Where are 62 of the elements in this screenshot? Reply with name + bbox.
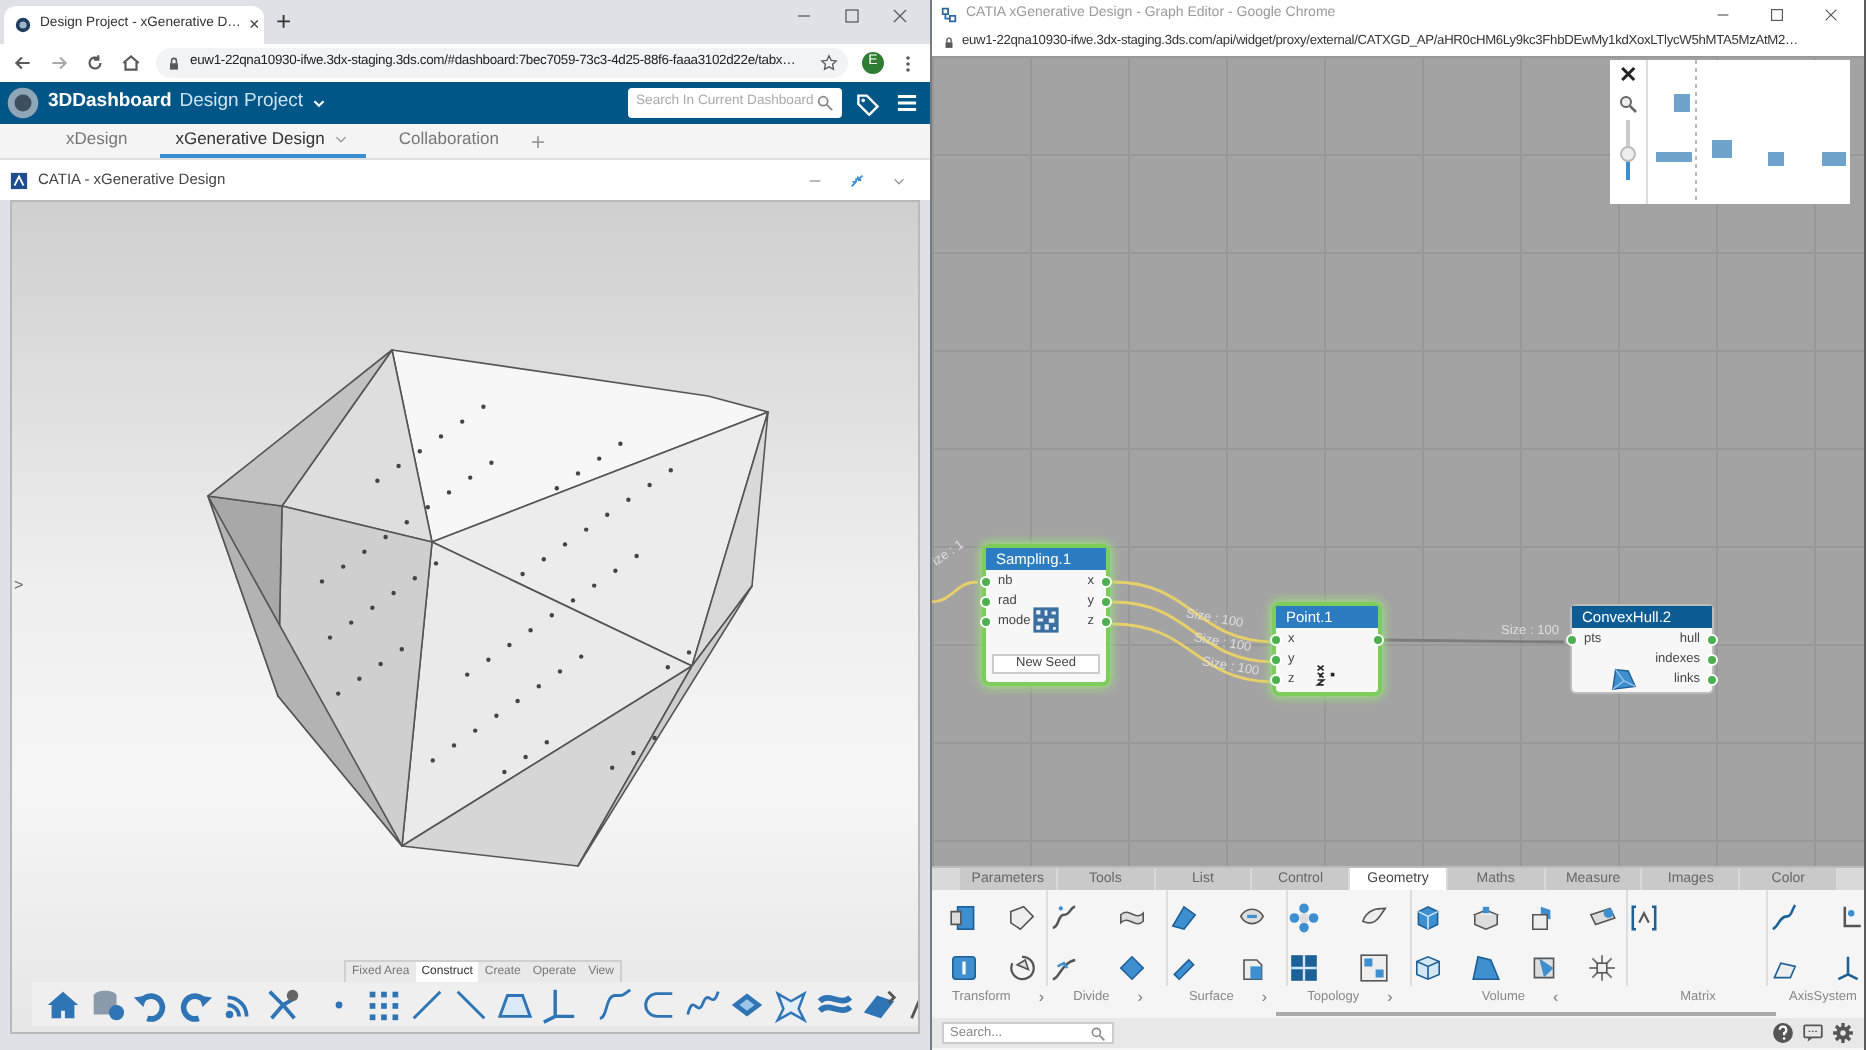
line-icon[interactable]: [407, 985, 445, 1023]
graph-app-icon: [940, 5, 958, 23]
shape-icon[interactable]: [1006, 902, 1038, 934]
close-button[interactable]: ✕: [1619, 64, 1637, 88]
app-icon: [10, 171, 28, 189]
close-icon[interactable]: [1822, 5, 1840, 23]
grid-icon[interactable]: [1358, 952, 1390, 984]
hull-shape-icon[interactable]: [1470, 952, 1502, 984]
output-port[interactable]: [1372, 634, 1384, 646]
curve-icon[interactable]: [1048, 902, 1080, 934]
dashboard-tab[interactable]: xDesign: [50, 124, 144, 158]
search-icon[interactable]: [1090, 1025, 1106, 1041]
menu-icon[interactable]: [894, 90, 920, 116]
lock-icon: [166, 55, 182, 71]
slider-thumb[interactable]: [1620, 145, 1636, 161]
close-tab-button[interactable]: ×: [248, 11, 260, 39]
new-tab-button[interactable]: +: [276, 1, 292, 40]
box-icon[interactable]: [1470, 902, 1502, 934]
reload-icon[interactable]: [84, 52, 106, 74]
burst-icon[interactable]: [1586, 952, 1618, 984]
tag-icon[interactable]: [856, 91, 880, 115]
project-dropdown[interactable]: Design Project: [179, 88, 328, 118]
brand-label: 3DDashboard: [48, 88, 172, 117]
back-icon[interactable]: [12, 52, 34, 74]
flower-icon[interactable]: [1288, 902, 1320, 934]
shape-icon[interactable]: [1528, 952, 1560, 984]
axis-icon[interactable]: [539, 985, 577, 1023]
noise-texture-icon: [1032, 606, 1060, 634]
forward-icon[interactable]: [48, 52, 70, 74]
panel-icon[interactable]: [948, 952, 980, 984]
collapse-icon[interactable]: [848, 171, 866, 189]
cube-icon[interactable]: [1412, 952, 1444, 984]
add-tab-button[interactable]: +: [530, 123, 545, 159]
matrix-icon[interactable]: [1628, 902, 1660, 934]
home-icon[interactable]: [120, 52, 142, 74]
hull-shape-icon: [1608, 664, 1640, 692]
maximize-icon[interactable]: [1768, 5, 1786, 23]
shape-icon[interactable]: [1116, 952, 1148, 984]
cube-icon[interactable]: [1412, 902, 1444, 934]
panel-icon[interactable]: [948, 902, 980, 934]
star-icon[interactable]: [820, 54, 838, 72]
surface-icon[interactable]: [1168, 902, 1200, 934]
input-port[interactable]: [1566, 634, 1578, 646]
compass-logo-icon[interactable]: [6, 86, 40, 120]
side-panel-toggle[interactable]: >: [14, 574, 24, 598]
line-icon[interactable]: [451, 985, 489, 1023]
search-icon[interactable]: [816, 94, 834, 112]
comment-icon[interactable]: [1802, 1022, 1824, 1044]
zoom-slider[interactable]: [1620, 120, 1636, 180]
curve-icon[interactable]: [595, 985, 633, 1023]
curve-icon[interactable]: [1768, 902, 1800, 934]
zoom-icon[interactable]: [1618, 94, 1638, 114]
network-icon[interactable]: [263, 985, 301, 1023]
dashboard-tab[interactable]: Collaboration: [382, 124, 515, 158]
help-icon[interactable]: [1772, 1022, 1794, 1044]
close-icon[interactable]: [890, 6, 910, 26]
settings-icon[interactable]: [1832, 1022, 1854, 1044]
surface-icon[interactable]: [859, 985, 897, 1023]
rotate-icon[interactable]: [1006, 952, 1038, 984]
globe-icon: [14, 16, 32, 34]
lock-icon: [942, 35, 956, 49]
surface-icon[interactable]: [771, 985, 809, 1023]
